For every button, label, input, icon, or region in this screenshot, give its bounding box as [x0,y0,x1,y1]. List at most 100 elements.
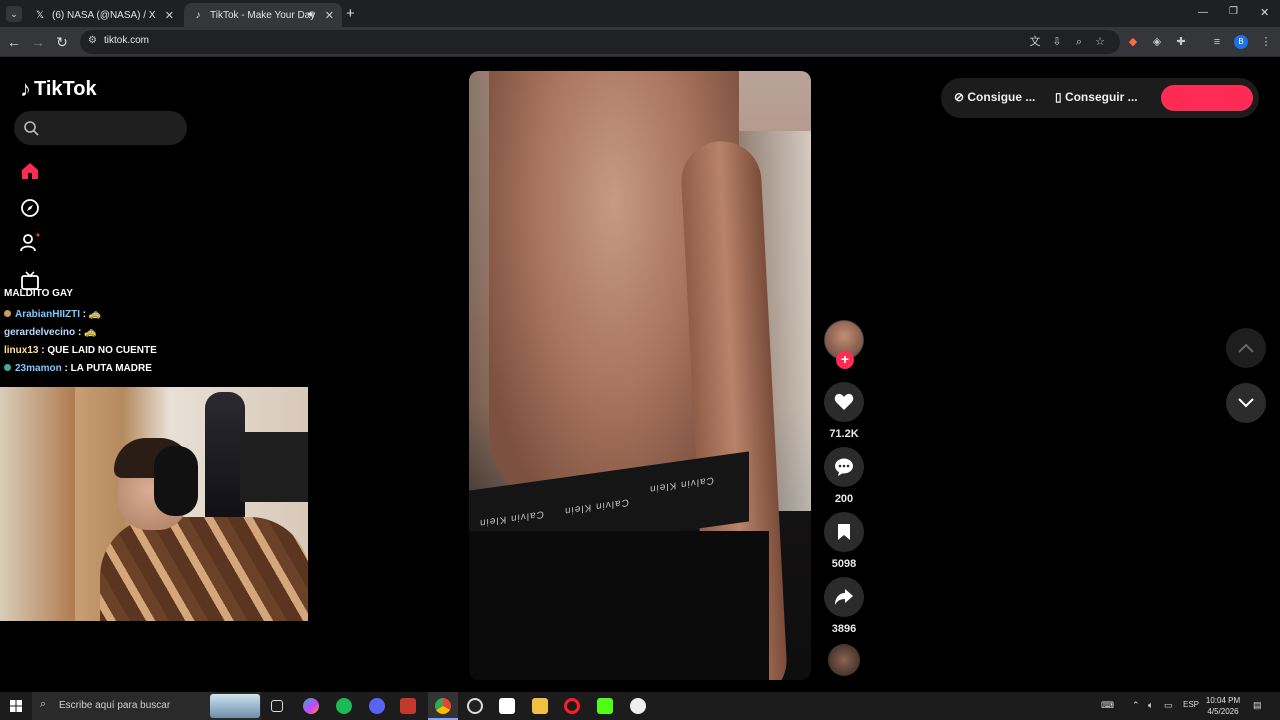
restore-icon[interactable]: ❐ [1229,6,1238,17]
search-input[interactable] [14,111,187,145]
notifications-icon[interactable]: ▤ [1253,700,1262,711]
x-logo-icon: 𝕏 [35,9,45,21]
save-action[interactable]: 5098 [824,512,864,570]
top-actions-bar: ⊘ Consigue ... ▯ Conseguir ... [941,78,1259,118]
spotify-icon[interactable] [336,698,352,714]
music-disc[interactable] [828,644,860,676]
close-tab-icon[interactable]: ✕ [325,9,334,22]
share-action[interactable]: 3896 [824,577,864,635]
login-button[interactable] [1161,85,1253,111]
logo-text: TikTok [34,77,97,100]
back-icon[interactable]: ← [4,32,24,52]
network-icon[interactable]: ▭ [1164,700,1173,711]
chat-title: MALDITO GAY [4,288,73,299]
site-info-icon[interactable]: ⚙ [88,35,97,46]
get-coins-label: Consigue ... [967,90,1036,104]
opera-icon[interactable] [564,698,580,714]
zoom-icon[interactable]: ⌕ [1072,35,1086,49]
headset [154,446,198,516]
address-bar[interactable]: ⚙ tiktok.com 文 ⇩ ⌕ ☆ [80,30,1120,54]
chrome-icon[interactable] [435,698,451,714]
follow-button[interactable]: + [836,351,854,369]
close-window-icon[interactable]: ✕ [1260,6,1269,19]
search-icon [24,121,39,136]
chat-user: gerardelvecino [4,327,76,338]
keyboard-icon[interactable]: ⌨ [1101,700,1114,711]
tiktok-note-icon: ♪ [20,76,31,101]
home-icon[interactable] [20,161,40,181]
badge-icon [4,364,11,371]
close-tab-icon[interactable]: ✕ [165,9,174,22]
install-app-icon[interactable]: ⇩ [1050,35,1064,49]
app-icon[interactable] [630,698,646,714]
new-tab-button[interactable]: + [346,5,355,22]
chat-text: : QUE LAID NO CUENTE [41,345,157,356]
app-icon[interactable] [400,698,416,714]
language-indicator[interactable]: ESP [1183,700,1199,709]
get-app-button[interactable]: ▯ Conseguir ... [1055,90,1138,104]
like-count: 71.2K [829,428,859,440]
forward-icon[interactable]: → [28,32,48,52]
speaker-icon[interactable]: 🔊︎ [308,9,314,20]
bookmark-icon [838,524,850,540]
tab-tiktok[interactable]: ♪ TikTok - Make Your Day 🔊︎ ✕ [184,3,342,27]
stream-chat-overlay: MALDITO GAY ArabianHIIZTI : 🚕 gerardelve… [4,288,304,378]
obs-icon[interactable] [467,698,483,714]
minimize-icon[interactable]: — [1198,7,1208,18]
extensions-puzzle-icon[interactable]: ✚ [1174,35,1188,49]
save-count: 5098 [831,558,857,570]
volume-icon[interactable]: 🔈︎ [1148,700,1153,711]
explore-compass-icon[interactable] [20,198,40,218]
profile-avatar[interactable]: B [1234,35,1248,49]
chat-message: gerardelvecino : 🚕 [4,324,304,342]
copilot-icon[interactable] [303,698,319,714]
chevron-up-icon[interactable]: ⌃ [1132,700,1140,711]
heart-icon [834,393,854,410]
emote-icon: 🚕 [84,327,97,338]
search-highlight-image [210,694,260,718]
tab-nasa[interactable]: 𝕏 (6) NASA (@NASA) / X ✕ [26,3,182,27]
media-control-icon[interactable]: ≡ [1210,35,1224,49]
get-coins-button[interactable]: ⊘ Consigue ... [954,90,1035,104]
chat-text: : [77,327,82,338]
translate-icon[interactable]: 文 [1028,35,1042,49]
comment-action[interactable]: 200 [824,447,864,505]
waistband-text: Calvin Klein [479,508,544,529]
chevron-down-icon [1238,398,1254,408]
chat-message: 23mamon : LA PUTA MADRE [4,360,304,378]
chat-user: 23mamon [15,363,62,374]
following-icon[interactable] [20,233,40,253]
extension-fox-icon[interactable]: ◆ [1126,35,1140,49]
coins-icon: ⊘ [954,90,968,104]
windows-start-icon[interactable] [10,700,22,712]
task-view-icon[interactable] [271,700,283,712]
browser-menu-icon[interactable]: ⋮ [1259,35,1273,49]
bookmark-star-icon[interactable]: ☆ [1093,35,1107,49]
tab-title: (6) NASA (@NASA) / X [52,9,156,21]
previous-video-button[interactable] [1226,328,1266,368]
tiktok-logo[interactable]: ♪ TikTok [20,76,97,102]
webcam-background [0,387,75,621]
app-icon[interactable] [499,698,515,714]
comment-icon [835,458,853,476]
kick-icon[interactable] [597,698,613,714]
get-app-label: Conseguir ... [1064,90,1138,104]
streamer-shirt [100,517,308,621]
search-icon: ⌕ [40,698,47,710]
tab-search-button[interactable]: ⌄ [6,6,22,22]
next-video-button[interactable] [1226,383,1266,423]
reload-icon[interactable]: ↻ [52,32,72,52]
streamer [100,438,308,621]
phone-icon: ▯ [1055,90,1065,104]
extension-icon[interactable]: ◈ [1150,35,1164,49]
video-player[interactable]: Calvin Klein Calvin Klein Calvin Klein [469,71,811,680]
discord-icon[interactable] [369,698,385,714]
clock-date: 4/5/2026 [1207,707,1239,716]
clock[interactable]: 10:04 PM 4/5/2026 [1200,695,1246,717]
chat-user: linux13 [4,345,39,356]
file-explorer-icon[interactable] [532,698,548,714]
like-action[interactable]: 71.2K [824,382,864,440]
share-icon [835,589,853,605]
taskbar-search[interactable]: ⌕ Escribe aquí para buscar [32,692,261,720]
chat-text: : LA PUTA MADRE [64,363,152,374]
